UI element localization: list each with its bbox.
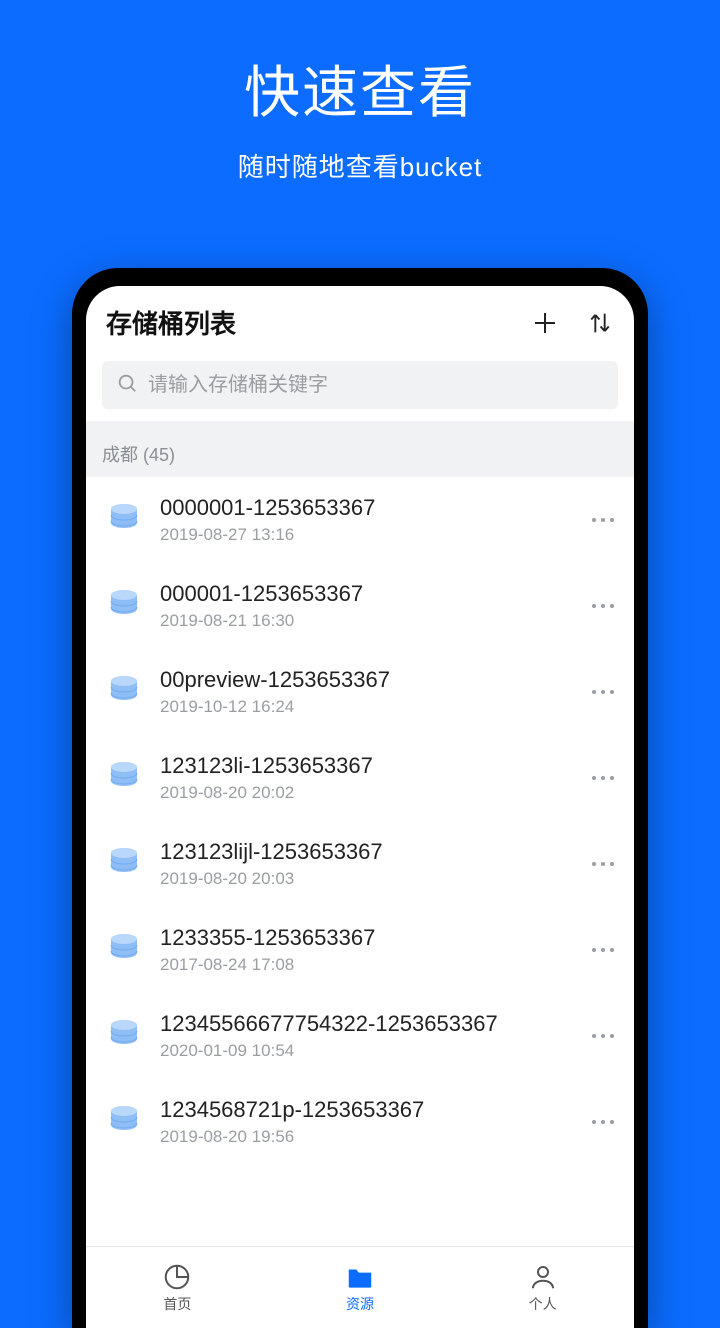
bucket-icon [106, 1016, 142, 1057]
bucket-time: 2019-08-20 20:03 [160, 869, 570, 889]
bucket-icon [106, 586, 142, 627]
bucket-name: 000001-1253653367 [160, 581, 570, 607]
bucket-info: 1234568721p-1253653367 2019-08-20 19:56 [160, 1097, 570, 1147]
bucket-name: 1233355-1253653367 [160, 925, 570, 951]
bucket-icon [106, 844, 142, 885]
bucket-info: 00preview-1253653367 2019-10-12 16:24 [160, 667, 570, 717]
hero-subtitle: 随时随地查看bucket [0, 147, 720, 184]
sort-icon[interactable] [586, 308, 614, 338]
bucket-name: 0000001-1253653367 [160, 495, 570, 521]
bucket-icon [106, 500, 142, 541]
bucket-row[interactable]: 1233355-1253653367 2017-08-24 17:08 [86, 907, 634, 993]
more-icon[interactable] [588, 597, 618, 615]
page-title: 存储桶列表 [106, 304, 236, 341]
bucket-row[interactable]: 0000001-1253653367 2019-08-27 13:16 [86, 477, 634, 563]
bucket-row[interactable]: 1234568721p-1253653367 2019-08-20 19:56 [86, 1079, 634, 1165]
more-icon[interactable] [588, 1027, 618, 1045]
tab-label: 个人 [529, 1294, 557, 1314]
tabbar: 首页 资源 个人 [86, 1246, 634, 1328]
phone-frame: 存储桶列表 [72, 268, 648, 1328]
bucket-info: 000001-1253653367 2019-08-21 16:30 [160, 581, 570, 631]
folder-icon [345, 1262, 375, 1292]
search-bar[interactable] [102, 361, 618, 409]
bucket-name: 123123li-1253653367 [160, 753, 570, 779]
bucket-row[interactable]: 123123li-1253653367 2019-08-20 20:02 [86, 735, 634, 821]
tab-label: 资源 [346, 1294, 374, 1314]
search-input[interactable] [148, 374, 604, 397]
add-icon[interactable] [530, 308, 560, 338]
navbar: 存储桶列表 [86, 286, 634, 355]
more-icon[interactable] [588, 941, 618, 959]
bucket-icon [106, 672, 142, 713]
bucket-info: 123123li-1253653367 2019-08-20 20:02 [160, 753, 570, 803]
more-icon[interactable] [588, 855, 618, 873]
more-icon[interactable] [588, 769, 618, 787]
person-icon [528, 1262, 558, 1292]
bucket-name: 00preview-1253653367 [160, 667, 570, 693]
bucket-row[interactable]: 00preview-1253653367 2019-10-12 16:24 [86, 649, 634, 735]
bucket-row[interactable]: 12345566677754322-1253653367 2020-01-09 1… [86, 993, 634, 1079]
bucket-info: 1233355-1253653367 2017-08-24 17:08 [160, 925, 570, 975]
bucket-name: 1234568721p-1253653367 [160, 1097, 570, 1123]
bucket-time: 2019-08-20 20:02 [160, 783, 570, 803]
bucket-info: 12345566677754322-1253653367 2020-01-09 1… [160, 1011, 570, 1061]
tab-label: 首页 [163, 1294, 191, 1314]
bucket-name: 123123lijl-1253653367 [160, 839, 570, 865]
section-header: 成都 (45) [86, 421, 634, 477]
bucket-icon [106, 930, 142, 971]
search-icon [116, 372, 138, 399]
bucket-time: 2019-08-21 16:30 [160, 611, 570, 631]
bucket-icon [106, 1102, 142, 1143]
screen: 存储桶列表 [86, 286, 634, 1328]
bucket-time: 2017-08-24 17:08 [160, 955, 570, 975]
bucket-name: 12345566677754322-1253653367 [160, 1011, 570, 1037]
bucket-row[interactable]: 123123lijl-1253653367 2019-08-20 20:03 [86, 821, 634, 907]
tab-home[interactable]: 首页 [86, 1247, 269, 1328]
bucket-row[interactable]: 000001-1253653367 2019-08-21 16:30 [86, 563, 634, 649]
tab-resources[interactable]: 资源 [269, 1247, 452, 1328]
bucket-time: 2019-08-20 19:56 [160, 1127, 570, 1147]
bucket-time: 2019-10-12 16:24 [160, 697, 570, 717]
hero-title: 快速查看 [0, 48, 720, 129]
bucket-time: 2019-08-27 13:16 [160, 525, 570, 545]
bucket-info: 0000001-1253653367 2019-08-27 13:16 [160, 495, 570, 545]
more-icon[interactable] [588, 511, 618, 529]
bucket-list: 0000001-1253653367 2019-08-27 13:16 000001… [86, 477, 634, 1246]
bucket-icon [106, 758, 142, 799]
bucket-time: 2020-01-09 10:54 [160, 1041, 570, 1061]
more-icon[interactable] [588, 683, 618, 701]
more-icon[interactable] [588, 1113, 618, 1131]
tab-profile[interactable]: 个人 [451, 1247, 634, 1328]
pie-icon [162, 1262, 192, 1292]
bucket-info: 123123lijl-1253653367 2019-08-20 20:03 [160, 839, 570, 889]
